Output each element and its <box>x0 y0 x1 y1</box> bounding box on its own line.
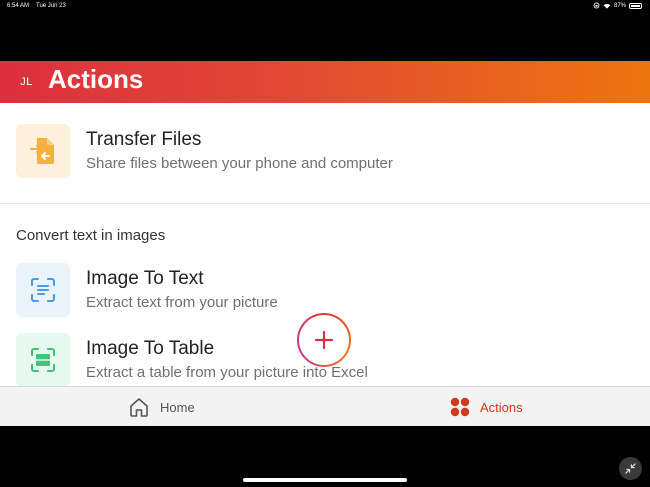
section-divider <box>0 203 650 204</box>
wifi-icon <box>603 3 611 9</box>
bottom-nav: Home Actions <box>0 386 650 426</box>
scrolled-content-peek: ▔ ▔ ▔ ▔ ▔ <box>16 103 71 110</box>
status-bar: 6:54 AM Tue Jun 23 87% <box>0 0 650 12</box>
action-image-to-text[interactable]: Image To Text Extract text from your pic… <box>0 261 650 321</box>
battery-percentage: 87% <box>613 2 626 9</box>
section-heading: Convert text in images <box>16 227 166 244</box>
file-transfer-icon <box>16 124 70 178</box>
nav-home[interactable]: Home <box>128 393 195 421</box>
app-window: JL Actions ▔ ▔ ▔ ▔ ▔ Transfer Files Shar… <box>0 61 650 426</box>
action-title: Image To Text <box>86 268 204 289</box>
scan-table-icon <box>16 333 70 386</box>
action-title: Image To Table <box>86 338 215 359</box>
action-title: Transfer Files <box>86 129 202 150</box>
collapse-window-button[interactable] <box>619 457 642 480</box>
nav-actions-label: Actions <box>480 399 523 415</box>
page-title: Actions <box>48 64 144 94</box>
nav-actions[interactable]: Actions <box>450 393 523 421</box>
status-time: 6:54 AM <box>7 3 30 9</box>
home-icon <box>130 398 148 417</box>
action-description: Extract text from your picture <box>86 294 278 311</box>
action-transfer-files[interactable]: Transfer Files Share files between your … <box>0 122 650 182</box>
app-header: JL Actions <box>0 61 650 103</box>
plus-icon <box>314 330 334 350</box>
home-indicator[interactable] <box>243 478 407 482</box>
scan-text-icon <box>16 263 70 317</box>
nav-home-label: Home <box>160 399 195 415</box>
screen-rotation-lock-icon <box>593 2 600 9</box>
create-button-inner <box>299 315 349 365</box>
collapse-arrows-icon <box>625 463 636 474</box>
battery-icon <box>629 2 642 9</box>
actions-grid-icon <box>450 397 470 417</box>
action-description: Share files between your phone and compu… <box>86 155 393 172</box>
create-button[interactable] <box>297 313 351 367</box>
status-date: Tue Jun 23 <box>36 3 66 9</box>
avatar[interactable]: JL <box>14 69 39 94</box>
status-indicators: 87% <box>593 2 642 9</box>
